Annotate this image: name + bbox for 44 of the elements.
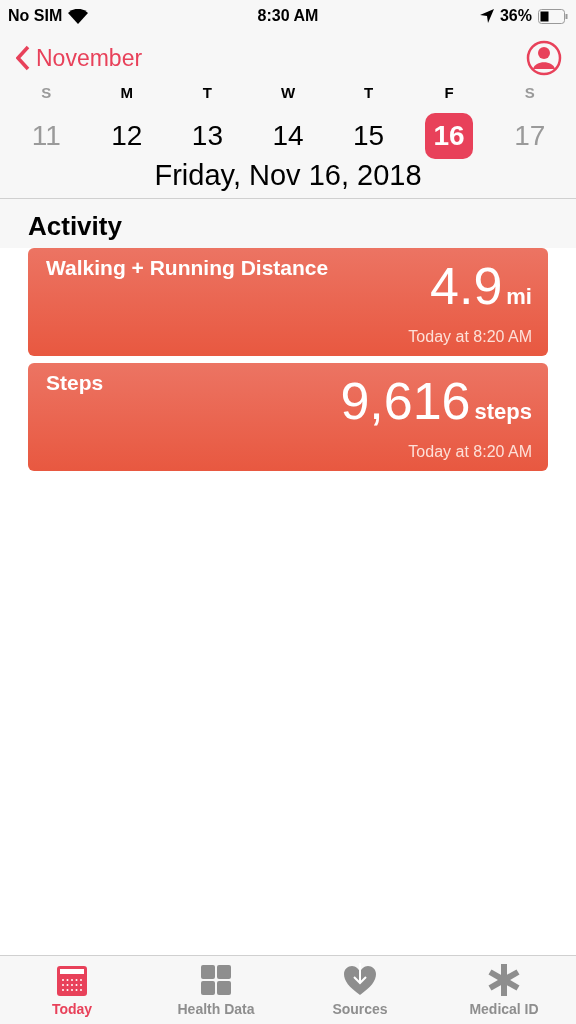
carrier-label: No SIM xyxy=(8,7,63,25)
weekday-label: T xyxy=(363,84,374,101)
tab-item[interactable]: Health Data xyxy=(144,956,288,1024)
grid-icon xyxy=(199,963,233,997)
day-number[interactable]: 13 xyxy=(183,113,232,159)
asterisk-icon xyxy=(487,963,521,997)
battery-percent: 36% xyxy=(499,7,532,25)
tab-item[interactable]: Today xyxy=(0,956,144,1024)
profile-icon[interactable] xyxy=(526,40,562,76)
day-number[interactable]: 11 xyxy=(22,113,71,159)
back-button[interactable]: November xyxy=(16,44,143,72)
day-number[interactable]: 12 xyxy=(102,113,151,159)
metric-title: Walking + Running Distance xyxy=(46,256,329,281)
weekday-label: S xyxy=(524,84,535,101)
weekday-label: S xyxy=(41,84,52,101)
tab-item[interactable]: Medical ID xyxy=(432,956,576,1024)
calendar-icon xyxy=(55,963,89,997)
metric-title: Steps xyxy=(46,371,104,396)
heart-download-icon xyxy=(343,963,377,997)
day-number[interactable]: 16 xyxy=(425,113,474,159)
weekday-label: F xyxy=(444,84,454,101)
metric-time: Today at 8:20 AM xyxy=(408,443,532,461)
chevron-left-icon xyxy=(16,45,30,71)
metric-value: 4.9 xyxy=(430,256,503,316)
location-arrow-icon xyxy=(479,9,494,23)
weekday-label: M xyxy=(120,84,134,101)
battery-icon xyxy=(538,8,568,24)
section-title: Activity xyxy=(28,211,122,241)
day-number[interactable]: 17 xyxy=(505,113,554,159)
back-label: November xyxy=(36,44,143,72)
metric-value: 9,616 xyxy=(340,371,471,431)
metric-card[interactable]: Steps 9,616 steps Today at 8:20 AM xyxy=(28,363,548,471)
tab-item[interactable]: Sources xyxy=(288,956,432,1024)
day-number[interactable]: 15 xyxy=(344,113,393,159)
metric-unit: mi xyxy=(506,284,532,310)
date-title: Friday, Nov 16, 2018 xyxy=(154,159,422,191)
wifi-icon xyxy=(68,8,89,24)
metric-unit: steps xyxy=(474,399,532,425)
weekday-label: T xyxy=(202,84,212,101)
clock-label: 8:30 AM xyxy=(257,7,319,25)
metric-card[interactable]: Walking + Running Distance 4.9 mi Today at 8:20 AM xyxy=(28,248,548,356)
metric-time: Today at 8:20 AM xyxy=(408,328,532,346)
day-number[interactable]: 14 xyxy=(264,113,312,159)
weekday-label: W xyxy=(280,84,296,101)
